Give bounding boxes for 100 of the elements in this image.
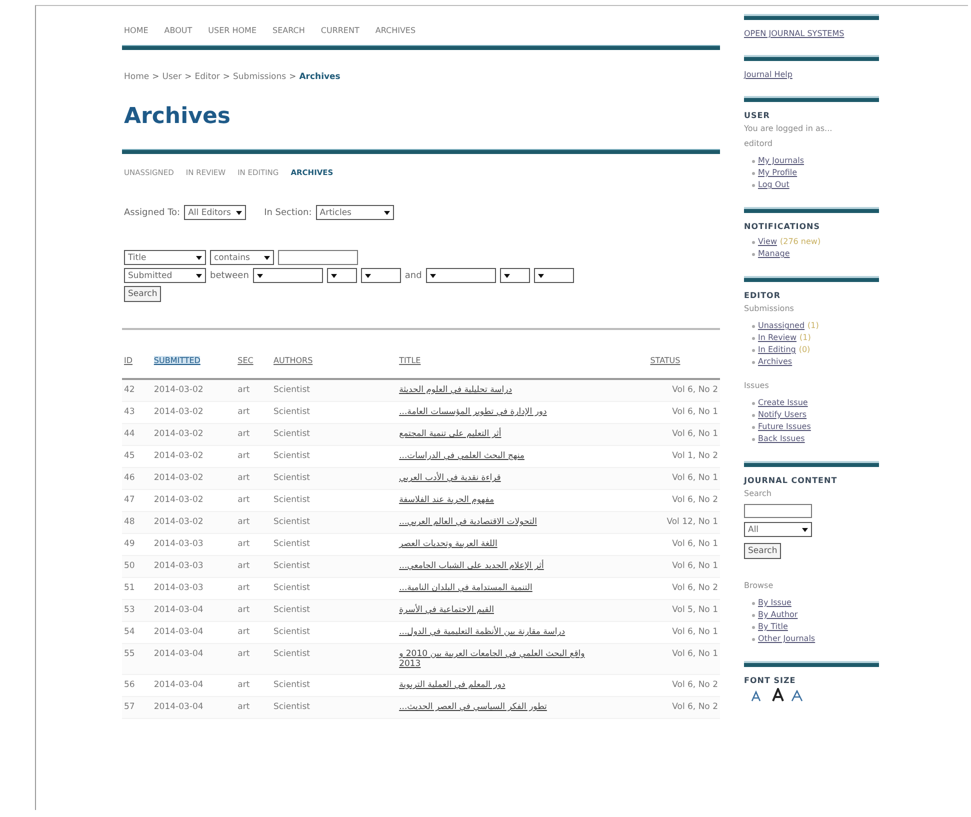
- sidebar-link[interactable]: Notify Users: [758, 409, 807, 421]
- editor-dropdown[interactable]: All Editors: [184, 205, 246, 220]
- caret-icon: [256, 272, 263, 278]
- title-link[interactable]: تطور الفكر السياسي في العصر الحديث...: [399, 702, 547, 712]
- table-cell: Vol 6, No 1: [672, 627, 718, 637]
- column-header[interactable]: AUTHORS: [273, 356, 313, 365]
- sidebar-link[interactable]: In Editing: [758, 344, 796, 356]
- match-dropdown[interactable]: contains: [210, 250, 274, 265]
- title-link[interactable]: منهج البحث العلمي في الدراسات...: [399, 451, 524, 461]
- search-button[interactable]: Search: [744, 543, 782, 559]
- table-cell: Vol 6, No 2: [672, 583, 718, 593]
- year-dropdown[interactable]: [534, 268, 574, 283]
- table-cell: art: [238, 680, 250, 690]
- font-size-icon[interactable]: [772, 688, 784, 702]
- search-field[interactable]: [744, 504, 812, 518]
- search-button[interactable]: Search: [124, 286, 162, 302]
- field-dropdown[interactable]: Title: [124, 250, 206, 265]
- sidebar-link[interactable]: By Author: [758, 609, 798, 621]
- scope-dropdown[interactable]: All: [744, 522, 812, 537]
- year-dropdown[interactable]: [360, 268, 401, 283]
- table-cell: 51: [124, 583, 135, 593]
- table-cell: art: [238, 702, 250, 712]
- sidebar-link[interactable]: Manage: [758, 248, 790, 260]
- breadcrumb-separator: >: [222, 72, 230, 82]
- date-field-dropdown[interactable]: Submitted: [124, 268, 206, 283]
- column-header[interactable]: SUBMITTED: [154, 356, 200, 365]
- sidebar-link[interactable]: Create Issue: [758, 397, 808, 409]
- table-cell: art: [238, 407, 250, 417]
- column-header[interactable]: SEC: [238, 356, 254, 365]
- sidebar-link[interactable]: In Review: [758, 332, 797, 344]
- sidebar-link[interactable]: Future Issues: [758, 421, 811, 433]
- sidebar-link[interactable]: My Journals: [758, 155, 804, 167]
- table-cell: 48: [124, 517, 135, 527]
- title-link[interactable]: أثر الإعلام الجديد على الشباب الجامعي...: [399, 561, 544, 571]
- title-link[interactable]: أثر التعليم على تنمية المجتمع: [399, 429, 502, 439]
- nav-link[interactable]: CURRENT: [320, 26, 360, 35]
- caret-icon: [430, 272, 436, 278]
- table-cell: Scientist: [273, 495, 310, 505]
- sidebar-link[interactable]: OPEN JOURNAL SYSTEMS: [744, 29, 844, 38]
- sidebar-link[interactable]: View: [758, 236, 777, 248]
- sidebar-link[interactable]: Back Issues: [758, 433, 805, 445]
- title-link[interactable]: مفهوم الحرية عند الفلاسفة: [399, 495, 494, 505]
- caret-icon: [264, 254, 270, 260]
- table-cell: 57: [124, 702, 135, 712]
- day-dropdown[interactable]: [500, 268, 530, 283]
- month-dropdown[interactable]: [426, 268, 496, 283]
- nav-link[interactable]: ARCHIVES: [375, 26, 416, 35]
- table-cell: art: [238, 605, 250, 615]
- caret-icon: [504, 272, 510, 278]
- title-link[interactable]: التحولات الاقتصادية في العالم العربي...: [399, 517, 537, 527]
- title-link[interactable]: التنمية المستدامة في البلدان النامية...: [399, 583, 532, 593]
- sidebar-link[interactable]: Other Journals: [758, 633, 816, 645]
- table-cell: 43: [124, 407, 135, 417]
- sidebar-link[interactable]: Journal Help: [744, 70, 792, 79]
- sidebar-link[interactable]: Unassigned: [758, 320, 805, 332]
- table-cell: art: [238, 649, 250, 659]
- sidebar-link[interactable]: By Title: [758, 621, 788, 633]
- nav-link[interactable]: HOME: [124, 26, 148, 35]
- table-cell: Scientist: [273, 680, 310, 690]
- nav-link[interactable]: SEARCH: [272, 26, 305, 35]
- breadcrumb-link[interactable]: Home: [124, 72, 150, 82]
- table-cell: Scientist: [273, 451, 310, 461]
- breadcrumb-link[interactable]: User: [162, 72, 182, 82]
- nav-link[interactable]: ABOUT: [164, 26, 192, 35]
- table-cell: Vol 6, No 2: [672, 385, 718, 395]
- count-text: (276 new): [780, 236, 821, 248]
- title-link[interactable]: قراءة نقدية في الأدب العربي: [399, 473, 501, 483]
- sidebar-link[interactable]: Log Out: [758, 179, 790, 191]
- title-link[interactable]: دراسة مقارنة بين الأنظمة التعليمية في الدول...: [399, 627, 566, 637]
- breadcrumb-link[interactable]: Archives: [299, 72, 340, 82]
- sidebar-link[interactable]: Archives: [758, 356, 792, 368]
- table-cell: 53: [124, 605, 135, 615]
- column-header[interactable]: STATUS: [650, 356, 680, 365]
- sidebar-link[interactable]: My Profile: [758, 167, 798, 179]
- column-header[interactable]: ID: [124, 356, 133, 365]
- title-link[interactable]: دور المعلم في العملية التربوية: [399, 680, 506, 690]
- title-link[interactable]: دراسة تحليلية في العلوم الحديثة: [399, 385, 512, 395]
- table-cell: 2014-03-02: [154, 407, 204, 417]
- section-dropdown[interactable]: Articles: [316, 205, 394, 220]
- table-cell: Scientist: [273, 385, 310, 395]
- column-header[interactable]: TITLE: [399, 356, 421, 365]
- caret-icon: [196, 254, 202, 260]
- caret-icon: [384, 210, 390, 216]
- title-link[interactable]: القيم الاجتماعية في الأسرة: [399, 605, 494, 615]
- table-cell: Scientist: [273, 473, 310, 483]
- title-link[interactable]: واقع البحث العلمي في الجامعات العربية بين 2010 و 2013: [399, 649, 600, 669]
- sidebar-link[interactable]: By Issue: [758, 597, 792, 609]
- caret-icon: [236, 210, 242, 216]
- sidebar-text: Submissions: [744, 303, 795, 315]
- title-link[interactable]: اللغة العربية وتحديات العصر: [399, 539, 498, 549]
- table-cell: art: [238, 429, 250, 439]
- caret-icon: [196, 272, 202, 278]
- breadcrumb-link[interactable]: Submissions: [233, 72, 286, 82]
- breadcrumb-link[interactable]: Editor: [194, 72, 220, 82]
- day-dropdown[interactable]: [326, 268, 357, 283]
- title-link[interactable]: دور الإدارة في تطوير المؤسسات العامة...: [399, 407, 547, 417]
- month-dropdown[interactable]: [252, 268, 323, 283]
- table-cell: Scientist: [273, 429, 310, 439]
- search-field[interactable]: [278, 250, 358, 265]
- nav-link[interactable]: USER HOME: [208, 26, 256, 35]
